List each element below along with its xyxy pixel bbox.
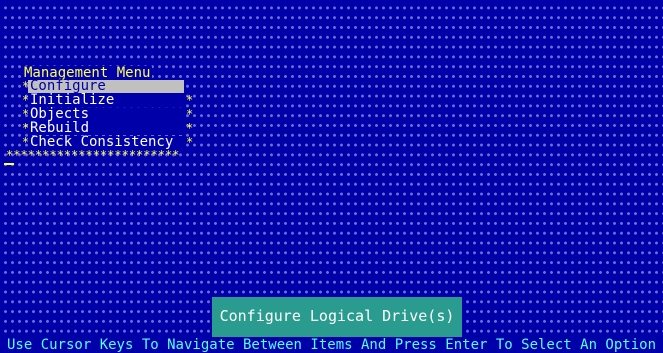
menu-edge: * <box>186 135 194 149</box>
status-dialog: Configure Logical Drive(s) <box>212 297 462 337</box>
menu-edge: * <box>186 93 194 107</box>
bios-screen: Management Menu * Configure * Initialize… <box>0 0 663 353</box>
menu-item-check-consistency[interactable]: Check Consistency <box>28 135 184 149</box>
status-dialog-text: Configure Logical Drive(s) <box>219 307 455 325</box>
help-bar: Use Cursor Keys To Navigate Between Item… <box>0 338 663 353</box>
menu-edge <box>186 80 194 93</box>
text-cursor <box>4 163 14 165</box>
menu-bottom-border: ************************ <box>6 150 180 160</box>
menu-edge: * <box>186 107 194 121</box>
menu-edge: * <box>186 121 194 135</box>
